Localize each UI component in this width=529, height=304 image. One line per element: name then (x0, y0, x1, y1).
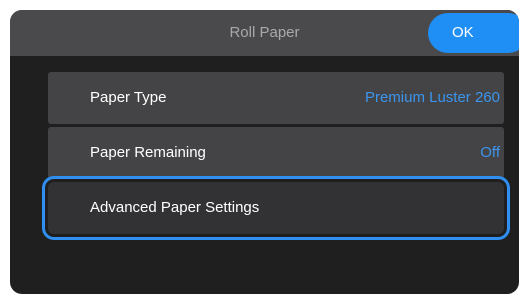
header-bar: Roll Paper OK (10, 10, 519, 56)
menu-item-paper-type[interactable]: Paper Type Premium Luster 260 (48, 72, 504, 124)
menu-item-label: Paper Type (90, 89, 167, 106)
menu-item-value: Premium Luster 260 (364, 89, 500, 106)
menu-item-value: Off (480, 144, 500, 161)
menu-item-label: Paper Remaining (90, 144, 206, 161)
menu-item-advanced-paper-settings[interactable]: Advanced Paper Settings (48, 182, 504, 234)
menu-item-paper-remaining[interactable]: Paper Remaining Off (48, 127, 504, 179)
ok-button[interactable]: OK (428, 13, 519, 53)
roll-paper-menu: Paper Type Premium Luster 260 Paper Rema… (48, 72, 504, 237)
printer-screen: Roll Paper OK Paper Type Premium Luster … (10, 10, 519, 294)
menu-item-label: Advanced Paper Settings (90, 199, 260, 216)
